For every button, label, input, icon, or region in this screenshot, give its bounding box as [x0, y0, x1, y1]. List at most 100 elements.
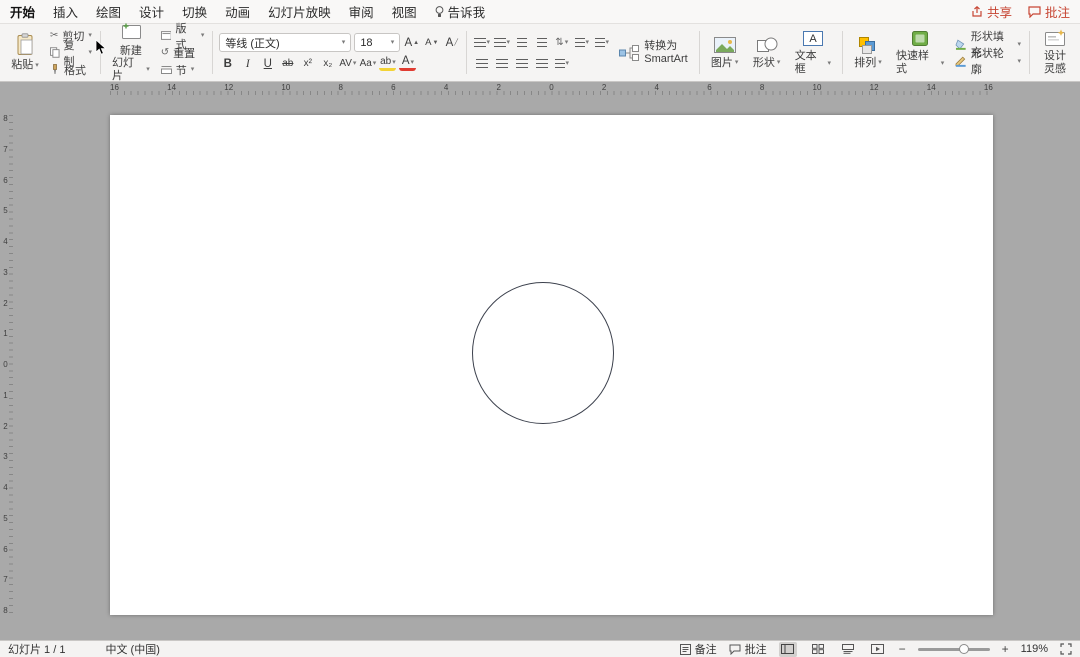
shape-fill-icon [955, 39, 966, 50]
format-painter-button[interactable]: 格式 [48, 62, 94, 77]
picture-button[interactable]: 图片 ▾ [706, 35, 744, 71]
menu-home[interactable]: 开始 [10, 2, 35, 21]
notes-toggle[interactable]: 备注 [679, 641, 717, 657]
italic-button[interactable]: I [239, 55, 256, 72]
highlight-glyph: ab [380, 56, 392, 67]
decrease-indent-button[interactable] [513, 34, 530, 51]
arrange-button[interactable]: 排列 ▾ [849, 35, 887, 71]
menu-tell-me[interactable]: 告诉我 [435, 2, 485, 21]
numbering-button[interactable]: ▾ [493, 34, 510, 51]
font-size-select[interactable]: 18 ▾ [354, 33, 401, 52]
font-color-button[interactable]: A ▾ [399, 56, 417, 71]
columns-button[interactable]: ▾ [593, 34, 610, 51]
align-center-button[interactable] [493, 55, 510, 72]
design-ideas-label-2: 灵感 [1044, 63, 1067, 75]
decrease-font-size-button[interactable]: A ▼ [423, 34, 440, 51]
convert-smartart-button[interactable]: 转换为 SmartArt [614, 39, 692, 66]
character-spacing-button[interactable]: AV ▾ [339, 55, 356, 72]
slideshow-icon [871, 644, 885, 654]
section-icon [160, 66, 172, 74]
ruler-number: 7 [3, 575, 8, 585]
zoom-slider-handle[interactable] [959, 643, 970, 654]
ribbon-separator [466, 31, 468, 74]
slideshow-view-button[interactable] [869, 642, 887, 657]
align-left-button[interactable] [473, 55, 490, 72]
font-family-select[interactable]: 等线 (正文) ▾ [219, 33, 352, 52]
design-ideas-button[interactable]: 设计 灵感 [1036, 28, 1074, 76]
spacing-glyph: AV [339, 58, 352, 69]
zoom-slider[interactable] [917, 643, 990, 654]
normal-view-button[interactable] [778, 641, 797, 657]
fit-to-window-button[interactable] [1060, 643, 1072, 655]
chevron-down-icon: ▾ [352, 60, 357, 67]
text-direction-button[interactable]: ▾ [573, 34, 590, 51]
menu-slideshow[interactable]: 幻灯片放映 [268, 2, 331, 21]
increase-indent-button[interactable] [533, 34, 550, 51]
menu-design[interactable]: 设计 [139, 2, 164, 21]
menu-animations[interactable]: 动画 [225, 2, 250, 21]
text-highlight-button[interactable]: ab ▾ [379, 56, 397, 71]
underline-button[interactable]: U [259, 55, 276, 72]
justify-button[interactable] [533, 55, 550, 72]
menu-view[interactable]: 视图 [392, 2, 417, 21]
zoom-percentage[interactable]: 119% [1021, 643, 1048, 655]
lightbulb-icon [435, 5, 444, 17]
menu-transitions[interactable]: 切换 [182, 2, 207, 21]
vertical-ruler[interactable]: 8 7 6 5 4 3 2 1 0 1 2 3 4 5 6 7 8 [1, 115, 14, 615]
columns-icon [594, 37, 605, 47]
paste-button[interactable]: 粘贴 ▾ [6, 32, 44, 73]
bullet-list-icon [473, 37, 486, 47]
menu-draw[interactable]: 绘图 [96, 2, 121, 21]
ruler-number: 14 [167, 82, 177, 92]
zoom-out-button[interactable]: − [899, 642, 906, 656]
slides-group: 新建 幻灯片 ▾ 版式 ▾ ↺ 重置 节 ▾ [107, 23, 207, 82]
comments-pane-toggle[interactable]: 批注 [729, 641, 767, 657]
chevron-down-icon: ▾ [486, 38, 491, 46]
superscript-button[interactable]: x² [299, 55, 316, 72]
copy-button[interactable]: 复制 ▾ [48, 40, 94, 68]
slide-sorter-view-button[interactable] [809, 642, 827, 657]
circle-shape[interactable] [472, 282, 614, 424]
increase-font-size-button[interactable]: A ▲ [403, 34, 420, 51]
strikethrough-button[interactable]: ab [279, 55, 296, 72]
shapes-label: 形状 [752, 56, 775, 69]
share-button[interactable]: 共享 [971, 2, 1012, 21]
horizontal-ruler[interactable]: 16 14 12 10 8 6 4 2 0 2 4 6 8 10 12 14 16 [110, 82, 993, 96]
comments-toggle-button[interactable]: 批注 [1028, 2, 1070, 21]
quick-styles-button[interactable]: 快速样式 ▾ [891, 28, 949, 76]
smartart-icon [619, 44, 640, 61]
menu-review[interactable]: 审阅 [349, 2, 374, 21]
share-icon [972, 5, 982, 17]
slide-counter: 幻灯片 1 / 1 [8, 644, 66, 656]
reset-button[interactable]: ↺ 重置 [159, 45, 207, 60]
comment-bubble-icon [729, 644, 741, 655]
align-text-button[interactable]: ▾ [553, 55, 570, 72]
bold-button[interactable]: B [219, 55, 236, 72]
chevron-down-icon: ▾ [605, 38, 610, 46]
textbox-button[interactable]: A 文本框 ▾ [790, 28, 836, 76]
change-case-button[interactable]: Aa ▾ [359, 55, 377, 72]
chevron-down-icon: ▾ [565, 59, 570, 67]
shape-outline-button[interactable]: 形状轮廓 ▾ [953, 48, 1023, 76]
new-slide-button[interactable]: 新建 幻灯片 ▾ [107, 22, 155, 84]
section-button[interactable]: 节 ▾ [159, 62, 207, 77]
chevron-down-icon: ▾ [564, 38, 569, 46]
align-right-button[interactable] [513, 55, 530, 72]
layout-button[interactable]: 版式 ▾ [159, 23, 207, 51]
slide-canvas[interactable] [110, 115, 993, 615]
line-spacing-button[interactable]: ⇅ ▾ [553, 34, 570, 51]
ruler-number: 7 [3, 144, 8, 154]
chevron-down-icon: ▾ [827, 59, 831, 67]
comment-icon [1028, 5, 1041, 18]
subscript-button[interactable]: x₂ [319, 55, 336, 72]
shapes-button[interactable]: 形状 ▾ [748, 35, 786, 71]
ribbon-separator [1029, 31, 1031, 74]
zoom-in-button[interactable]: + [1002, 642, 1009, 656]
clear-formatting-button[interactable]: A ╱ [443, 34, 460, 51]
language-indicator[interactable]: 中文 (中国) [105, 641, 159, 657]
menu-insert[interactable]: 插入 [53, 2, 78, 21]
notes-page-view-button[interactable] [839, 642, 857, 657]
ruler-number: 2 [3, 298, 8, 308]
shape-outline-icon [955, 56, 966, 67]
bullets-button[interactable]: ▾ [473, 34, 490, 51]
